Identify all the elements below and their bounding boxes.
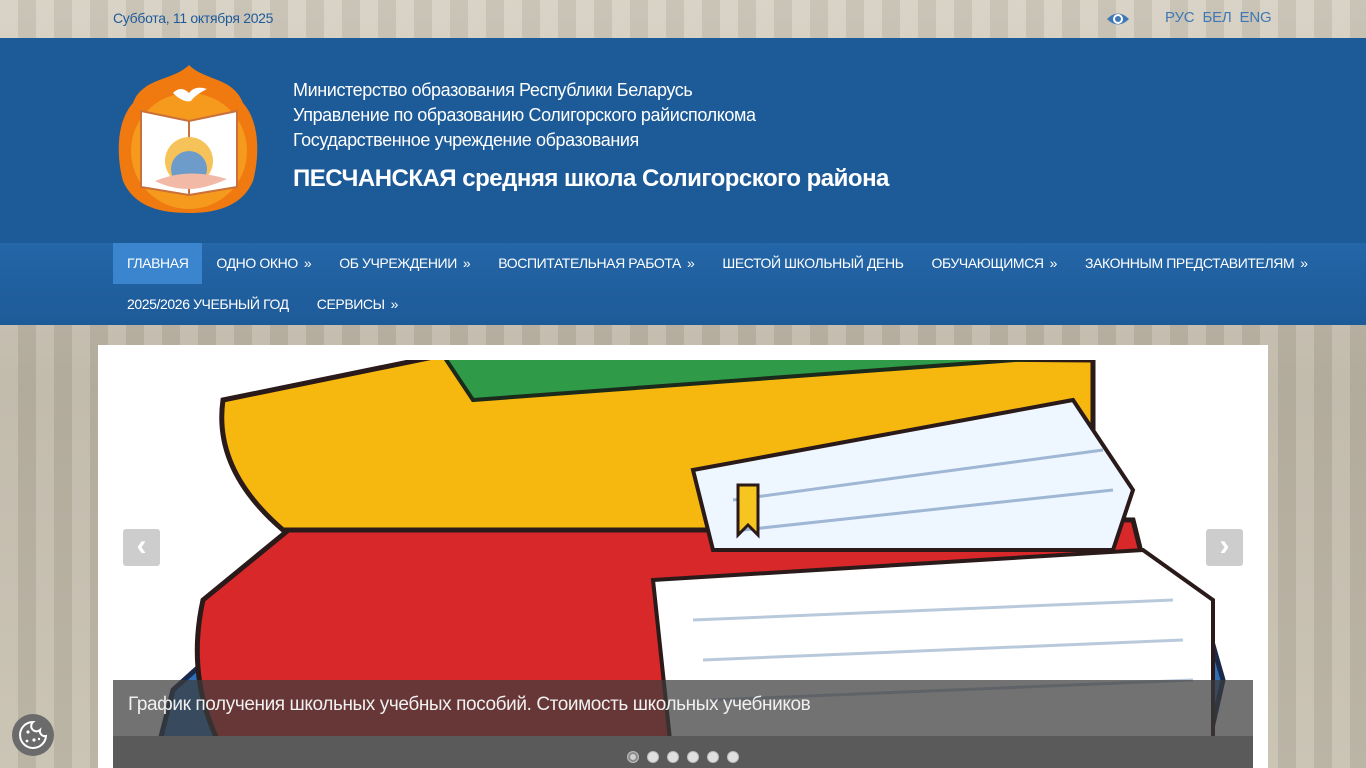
eye-icon[interactable]: [1106, 10, 1130, 28]
lang-rus[interactable]: РУС: [1165, 9, 1195, 26]
header-text: Министерство образования Республики Бела…: [293, 78, 889, 193]
nav-item-home[interactable]: ГЛАВНАЯ: [113, 243, 203, 284]
slider-next-button[interactable]: ›: [1206, 529, 1243, 566]
institution-type-line: Государственное учреждение образования: [293, 130, 639, 150]
school-title[interactable]: ПЕСЧАНСКАЯ средняя школа Солигорского ра…: [293, 165, 889, 193]
language-switcher: РУС БЕЛ ENG: [1165, 9, 1272, 26]
top-bar: Суббота, 11 октября 2025 РУС БЕЛ ENG: [0, 0, 1366, 38]
nav-item-sixth-day[interactable]: ШЕСТОЙ ШКОЛЬНЫЙ ДЕНЬ: [708, 243, 917, 284]
slider-dot-3[interactable]: [667, 751, 679, 763]
nav-item-services[interactable]: СЕРВИСЫ»: [303, 284, 412, 325]
cookie-icon: [19, 720, 48, 749]
nav-item-upbringing[interactable]: ВОСПИТАТЕЛЬНАЯ РАБОТА»: [484, 243, 708, 284]
nav-item-students[interactable]: ОБУЧАЮЩИМСЯ»: [917, 243, 1071, 284]
site-header: Министерство образования Республики Бела…: [0, 38, 1366, 243]
slider-dot-2[interactable]: [647, 751, 659, 763]
cookie-settings-button[interactable]: [12, 714, 54, 756]
nav-item-one-window[interactable]: ОДНО ОКНО»: [202, 243, 325, 284]
slider-dot-4[interactable]: [687, 751, 699, 763]
main-navigation: ГЛАВНАЯ ОДНО ОКНО» ОБ УЧРЕЖДЕНИИ» ВОСПИТ…: [0, 243, 1366, 325]
slider-pagination-bar: [113, 736, 1253, 768]
slider-dot-1[interactable]: [627, 751, 639, 763]
slide-caption-bar[interactable]: График получения школьных учебных пособи…: [113, 680, 1253, 736]
nav-row-2: 2025/2026 УЧЕБНЫЙ ГОД СЕРВИСЫ»: [113, 284, 1253, 325]
lang-bel[interactable]: БЕЛ: [1202, 9, 1231, 26]
slider-dots: [627, 751, 739, 763]
school-logo[interactable]: [115, 63, 263, 213]
slider-prev-button[interactable]: ‹: [123, 529, 160, 566]
slide-caption-text[interactable]: График получения школьных учебных пособи…: [128, 694, 811, 716]
slider-dot-5[interactable]: [707, 751, 719, 763]
nav-item-school-year[interactable]: 2025/2026 УЧЕБНЫЙ ГОД: [113, 284, 303, 325]
nav-item-parents[interactable]: ЗАКОННЫМ ПРЕДСТАВИТЕЛЯМ»: [1071, 243, 1322, 284]
ministry-line: Министерство образования Республики Бела…: [293, 80, 693, 100]
nav-item-about[interactable]: ОБ УЧРЕЖДЕНИИ»: [325, 243, 484, 284]
department-line: Управление по образованию Солигорского р…: [293, 105, 756, 125]
lang-eng[interactable]: ENG: [1240, 9, 1272, 26]
news-slider: График получения школьных учебных пособи…: [98, 345, 1268, 768]
slider-dot-6[interactable]: [727, 751, 739, 763]
current-date: Суббота, 11 октября 2025: [113, 10, 274, 26]
nav-row-1: ГЛАВНАЯ ОДНО ОКНО» ОБ УЧРЕЖДЕНИИ» ВОСПИТ…: [113, 243, 1308, 284]
slide-image-books[interactable]: График получения школьных учебных пособи…: [113, 360, 1253, 768]
